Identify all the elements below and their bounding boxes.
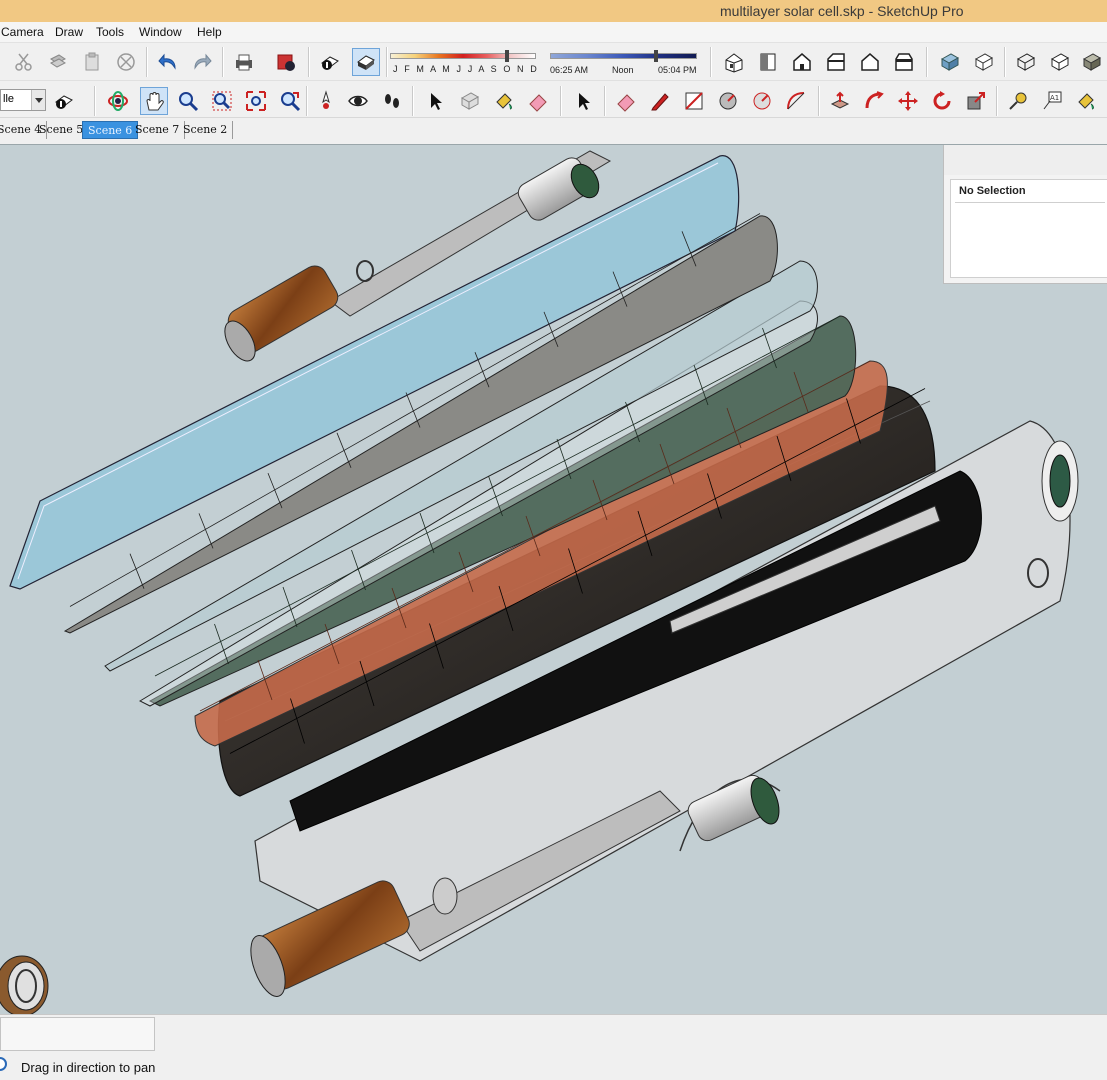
entity-info-body: No Selection xyxy=(950,179,1107,278)
paint-icon[interactable] xyxy=(1072,87,1100,115)
look-around-icon[interactable] xyxy=(344,87,372,115)
print-icon[interactable] xyxy=(230,48,258,76)
shadow-time-thumb[interactable] xyxy=(654,50,658,62)
display-fog-icon[interactable] xyxy=(352,48,380,76)
erase-icon[interactable] xyxy=(112,48,140,76)
cut-icon[interactable] xyxy=(10,48,38,76)
status-info-icon xyxy=(0,1057,7,1071)
move-icon[interactable] xyxy=(894,87,922,115)
undo-icon[interactable] xyxy=(154,48,182,76)
solar-cell-model xyxy=(0,150,1079,1014)
zoom-icon[interactable] xyxy=(174,87,202,115)
tab-scene-5[interactable]: Scene 5 xyxy=(34,121,90,139)
rotate-icon[interactable] xyxy=(928,87,956,115)
xray-icon[interactable] xyxy=(936,48,964,76)
front-view-icon[interactable] xyxy=(788,48,816,76)
tape-measure-icon[interactable] xyxy=(1004,87,1032,115)
wireframe-icon[interactable] xyxy=(1012,48,1040,76)
model-info-icon[interactable] xyxy=(272,48,300,76)
right-view-icon[interactable] xyxy=(822,48,850,76)
rectangle-icon[interactable] xyxy=(680,87,708,115)
scale-icon[interactable] xyxy=(962,87,990,115)
grid-line xyxy=(405,392,421,428)
chevron-down-icon[interactable] xyxy=(31,90,45,110)
entity-info-panel: No Selection xyxy=(943,145,1107,284)
shadow-time-track xyxy=(550,53,697,59)
shadow-month-labels: J F M A M J J A S O N D xyxy=(393,64,539,74)
style-select-value: lle xyxy=(3,93,15,105)
style-select[interactable]: lle xyxy=(0,89,46,111)
divider xyxy=(955,202,1105,203)
title-bar: multilayer solar cell.skp - SketchUp Pro xyxy=(0,0,1107,22)
left-view-icon[interactable] xyxy=(890,48,918,76)
zoom-window-icon[interactable] xyxy=(208,87,236,115)
circle-icon[interactable] xyxy=(714,87,742,115)
pencil-icon[interactable] xyxy=(646,87,674,115)
eraser-icon[interactable] xyxy=(524,87,552,115)
sketchup-window: multilayer solar cell.skp - SketchUp Pro… xyxy=(0,0,1107,1080)
hidden-line-icon[interactable] xyxy=(1046,48,1074,76)
entity-info-header xyxy=(944,145,1107,175)
model-viewport[interactable] xyxy=(0,144,1107,1014)
time-start-label: 06:25 AM xyxy=(550,65,589,75)
window-title: multilayer solar cell.skp - SketchUp Pro xyxy=(720,3,964,19)
grid-line xyxy=(267,472,283,509)
top-view-icon[interactable] xyxy=(754,48,782,76)
shadow-date-track xyxy=(390,53,536,59)
follow-me-icon[interactable] xyxy=(860,87,888,115)
back-edges-icon[interactable] xyxy=(970,48,998,76)
time-end-label: 05:04 PM xyxy=(658,65,697,75)
selection-label: No Selection xyxy=(959,185,1026,197)
select-icon[interactable] xyxy=(422,87,450,115)
scene-tabs: Scene 4 Scene 5 Scene 6 Scene 7 Scene 2 xyxy=(0,119,1107,141)
menu-bar: Camera Draw Tools Window Help xyxy=(0,22,1107,43)
paste-icon[interactable] xyxy=(78,48,106,76)
status-text: Drag in direction to pan xyxy=(21,1060,156,1075)
orbit-icon[interactable] xyxy=(104,87,132,115)
shaded-icon[interactable] xyxy=(1078,48,1106,76)
iso-view-icon[interactable] xyxy=(720,48,748,76)
tab-scene-2[interactable]: Scene 2 xyxy=(178,121,234,139)
menu-camera[interactable]: Camera xyxy=(1,25,44,39)
make-component-icon[interactable] xyxy=(456,87,484,115)
back-view-icon[interactable] xyxy=(856,48,884,76)
paint-bucket-icon[interactable] xyxy=(490,87,518,115)
zoom-extents-icon[interactable] xyxy=(242,87,270,115)
redo-icon[interactable] xyxy=(188,48,216,76)
menu-tools[interactable]: Tools xyxy=(96,25,124,39)
shadow-time-slider[interactable]: 06:25 AM Noon 05:04 PM xyxy=(550,47,700,77)
arc-icon[interactable] xyxy=(782,87,810,115)
shadow-date-thumb[interactable] xyxy=(505,50,509,62)
time-noon-label: Noon xyxy=(612,65,634,75)
shadow-date-slider[interactable]: J F M A M J J A S O N D xyxy=(390,47,538,77)
grid-line xyxy=(198,513,214,549)
polygon-icon[interactable] xyxy=(748,87,776,115)
eraser-icon-2[interactable] xyxy=(612,87,640,115)
menu-draw[interactable]: Draw xyxy=(55,25,83,39)
copy-icon[interactable] xyxy=(44,48,72,76)
previous-view-icon[interactable] xyxy=(276,87,304,115)
tab-scene-7[interactable]: Scene 7 xyxy=(130,121,186,139)
menu-help[interactable]: Help xyxy=(197,25,222,39)
standard-toolbar: J F M A M J J A S O N D 06:25 AM Noon 05… xyxy=(0,43,1107,81)
position-camera-icon[interactable] xyxy=(312,87,340,115)
status-bar: Drag in direction to pan xyxy=(0,1014,1107,1080)
pan-icon[interactable] xyxy=(140,87,168,115)
push-pull-icon[interactable] xyxy=(826,87,854,115)
camera-drawing-toolbar: lle A1 xyxy=(0,82,1107,118)
walk-icon[interactable] xyxy=(378,87,406,115)
text-icon[interactable]: A1 xyxy=(1038,87,1066,115)
display-shadows-icon[interactable] xyxy=(316,48,344,76)
select-all-icon[interactable] xyxy=(50,87,78,115)
select-icon-2[interactable] xyxy=(570,87,598,115)
svg-text:A1: A1 xyxy=(1050,94,1059,102)
menu-window[interactable]: Window xyxy=(139,25,182,39)
measurements-box[interactable] xyxy=(0,1017,155,1051)
